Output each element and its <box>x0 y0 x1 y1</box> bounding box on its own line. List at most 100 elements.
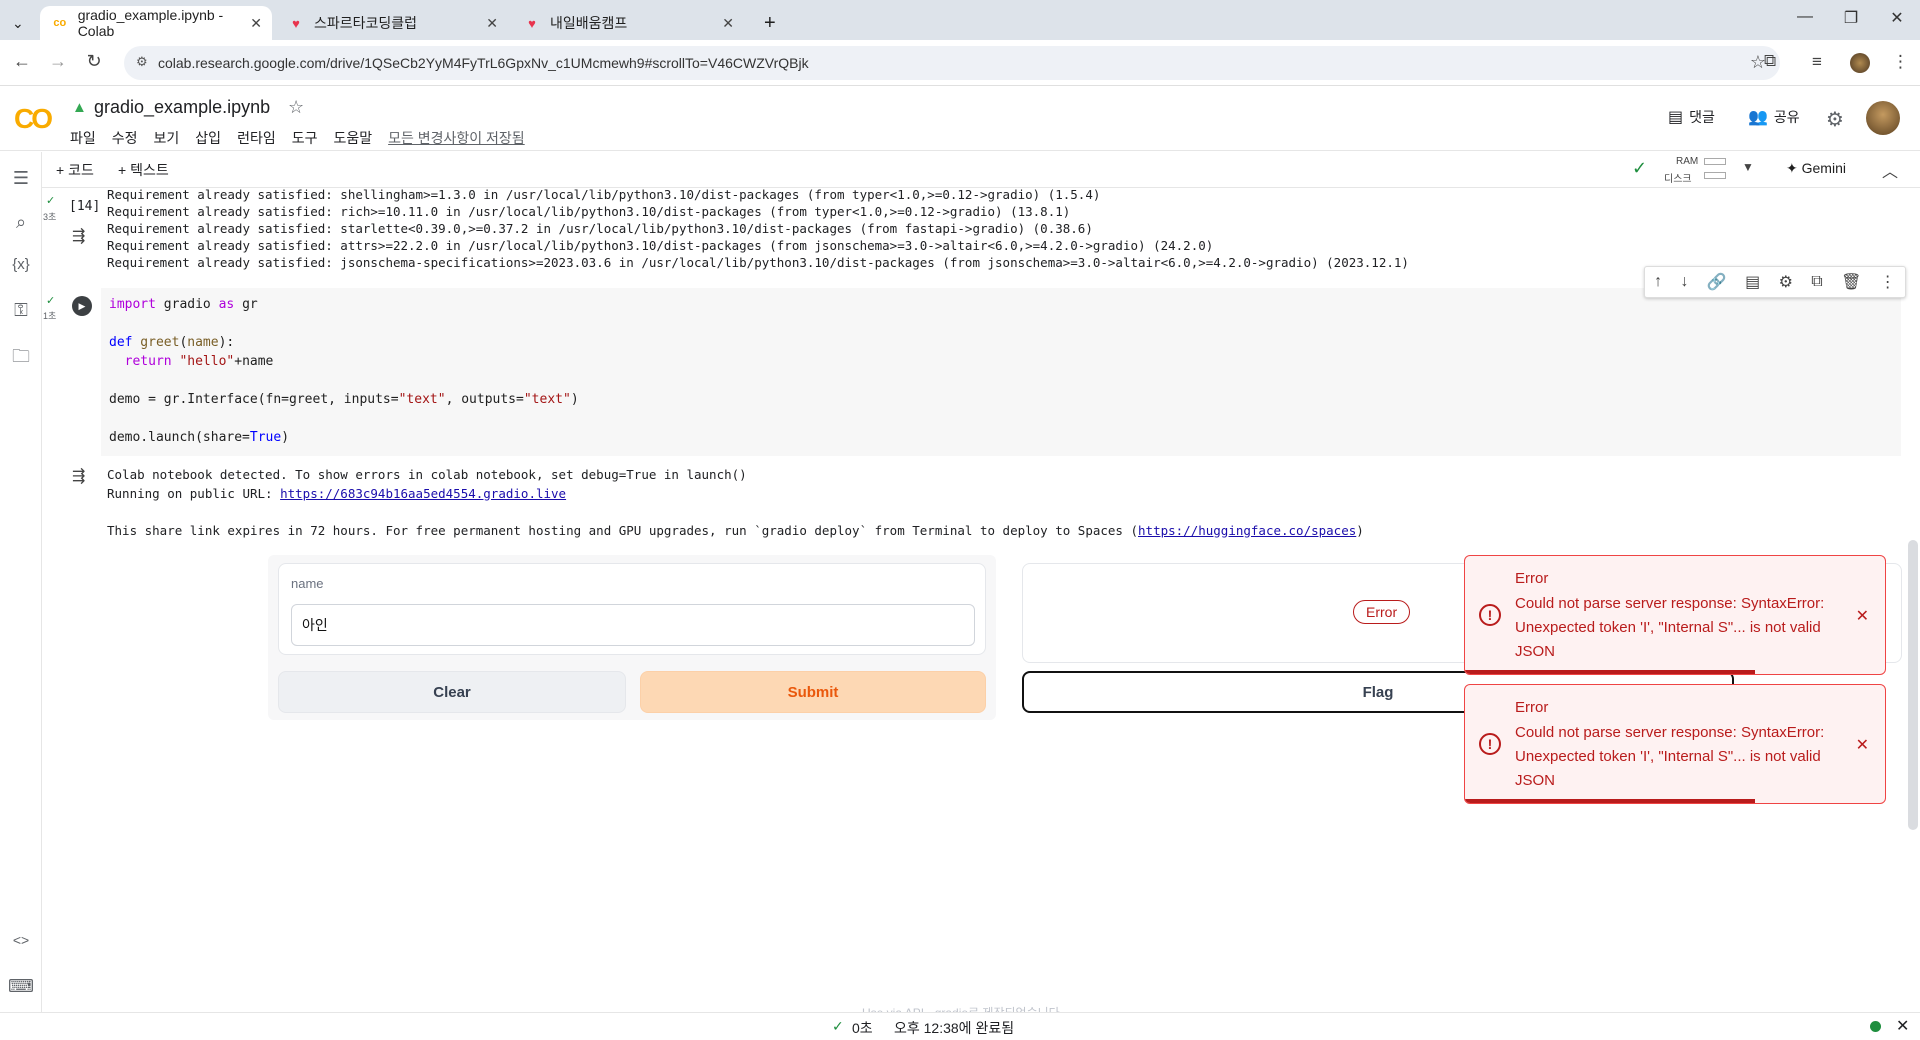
page-scrollbar[interactable] <box>1908 540 1918 830</box>
code-token: return <box>109 354 172 369</box>
toast-close-icon[interactable]: ✕ <box>1856 735 1869 755</box>
left-sidebar: ☰ ⌕ {x} ⚿ 🗀 <> ⌨ <box>0 152 42 1012</box>
close-tab-icon[interactable]: ✕ <box>722 15 734 32</box>
code-snippets-icon[interactable]: <> <box>8 932 34 948</box>
reload-icon[interactable]: ↻ <box>82 51 106 72</box>
share-label: 공유 <box>1773 109 1800 125</box>
restore-icon[interactable]: ❐ <box>1836 8 1866 28</box>
error-circle-icon: ! <box>1479 604 1501 626</box>
comment-icon: ▤ <box>1668 109 1684 126</box>
saved-status[interactable]: 모든 변경사항이 저장됨 <box>388 128 525 148</box>
comments-button[interactable]: ▤ 댓글 <box>1668 107 1715 127</box>
cell1-output: Requirement already satisfied: shellingh… <box>107 186 1887 274</box>
resource-meter[interactable]: RAM 디스크 <box>1664 154 1754 185</box>
comment-icon[interactable]: ▤ <box>1745 272 1760 292</box>
spaces-link[interactable]: https://huggingface.co/spaces <box>1138 523 1356 538</box>
table-of-contents-icon[interactable]: ☰ <box>8 168 34 189</box>
account-avatar[interactable] <box>1866 101 1900 135</box>
address-bar[interactable]: ⚙ colab.research.google.com/drive/1QSeCb… <box>124 46 1780 80</box>
share-button[interactable]: 👥 공유 <box>1748 107 1800 127</box>
runtime-dropdown-icon[interactable]: ▼ <box>1742 160 1754 174</box>
status-elapsed: 0초 <box>852 1020 873 1036</box>
drive-icon: ▲ <box>72 99 87 116</box>
code-token: gradio <box>155 297 219 312</box>
name-textbox[interactable]: 아인 <box>291 604 975 646</box>
submit-button[interactable]: Submit <box>640 671 986 713</box>
code-token: ): <box>218 335 235 350</box>
minimize-icon[interactable]: — <box>1790 8 1820 26</box>
move-down-icon[interactable]: ↓ <box>1681 273 1689 291</box>
toast-message: Could not parse server response: SyntaxE… <box>1515 724 1825 789</box>
connected-check-icon: ✓ <box>1632 158 1648 178</box>
add-code-button[interactable]: + 코드 <box>56 160 94 180</box>
public-url-link[interactable]: https://683c94b16aa5ed4554.gradio.live <box>280 486 566 501</box>
menu-file[interactable]: 파일 <box>70 128 96 148</box>
more-options-icon[interactable]: ⋮ <box>1880 272 1896 292</box>
menu-edit[interactable]: 수정 <box>112 128 138 148</box>
toast-close-icon[interactable]: ✕ <box>1856 606 1869 626</box>
link-icon[interactable]: 🔗 <box>1707 272 1727 292</box>
mirror-cell-icon[interactable]: ⧉ <box>1811 273 1822 291</box>
collapse-header-icon[interactable]: ︿ <box>1882 158 1898 182</box>
search-icon[interactable]: ⌕ <box>8 212 34 233</box>
browser-toolbar: ← → ↻ ⚙ colab.research.google.com/drive/… <box>0 40 1920 86</box>
command-palette-icon[interactable]: ⌨ <box>8 976 34 997</box>
notebook-title[interactable]: gradio_example.ipynb <box>94 97 270 118</box>
profile-avatar[interactable] <box>1850 53 1870 73</box>
browser-menu-icon[interactable]: ⋮ <box>1892 52 1909 72</box>
menu-tools[interactable]: 도구 <box>292 128 318 148</box>
extensions-icon[interactable]: ⧉ <box>1764 51 1776 71</box>
star-icon[interactable]: ☆ <box>288 97 304 118</box>
code-cell-editor[interactable]: import gradio as gr def greet(name): ret… <box>101 288 1901 456</box>
code-token: ) <box>570 392 579 407</box>
code-token: import <box>109 297 156 312</box>
code-token: "text" <box>398 392 446 407</box>
add-text-button[interactable]: + 텍스트 <box>118 160 169 180</box>
close-tab-icon[interactable]: ✕ <box>486 15 498 32</box>
forward-icon[interactable]: → <box>46 51 70 72</box>
name-label: name <box>291 576 324 591</box>
cell-settings-icon[interactable]: ⚙ <box>1779 272 1793 292</box>
colab-favicon-icon: co <box>53 17 67 29</box>
tab-camp[interactable]: ♥ 내일배움캠프 ✕ <box>512 6 744 40</box>
output-text: Running on public URL: <box>107 485 281 501</box>
cell2-time: 1초 <box>43 311 57 321</box>
menu-runtime[interactable]: 런타임 <box>237 128 276 148</box>
media-control-icon[interactable]: ≡ <box>1812 52 1822 72</box>
run-cell-button[interactable]: ▶ <box>72 296 92 316</box>
files-folder-icon[interactable]: 🗀 <box>8 344 34 374</box>
secrets-key-icon[interactable]: ⚿ <box>8 300 34 321</box>
variables-icon[interactable]: {x} <box>8 256 34 273</box>
close-window-icon[interactable]: ✕ <box>1882 8 1912 28</box>
cell1-time: 3초 <box>43 212 57 222</box>
menu-help[interactable]: 도움말 <box>333 128 372 148</box>
colab-logo[interactable]: CO <box>14 103 53 135</box>
menu-insert[interactable]: 삽입 <box>195 128 221 148</box>
output-menu-icon[interactable]: ⇶ <box>72 466 85 486</box>
settings-gear-icon[interactable]: ⚙ <box>1826 107 1844 132</box>
close-tab-icon[interactable]: ✕ <box>250 15 262 32</box>
toast-title: Error <box>1515 699 1549 716</box>
new-tab-button[interactable]: + <box>752 6 782 40</box>
tab-sparta[interactable]: ♥ 스파르타코딩클럽 ✕ <box>276 6 508 40</box>
tab-colab[interactable]: co gradio_example.ipynb - Colab ✕ <box>40 6 272 40</box>
status-bar: ✓ 0초 오후 12:38에 완료됨 ✕ <box>0 1012 1920 1040</box>
clear-button[interactable]: Clear <box>278 671 626 713</box>
cell-toolbar: ↑ ↓ 🔗 ▤ ⚙ ⧉ 🗑 ⋮ <box>1644 266 1906 298</box>
close-status-icon[interactable]: ✕ <box>1896 1016 1909 1036</box>
gemini-label: Gemini <box>1801 160 1846 176</box>
site-info-icon[interactable]: ⚙ <box>136 54 148 70</box>
output-menu-icon[interactable]: ⇶ <box>72 226 85 246</box>
move-up-icon[interactable]: ↑ <box>1654 273 1662 291</box>
back-icon[interactable]: ← <box>10 51 34 72</box>
gemini-button[interactable]: ✦ Gemini <box>1786 160 1846 177</box>
code-token: "hello" <box>171 354 235 369</box>
tab-list-button[interactable]: ⌄ <box>6 6 34 40</box>
menu-view[interactable]: 보기 <box>154 128 180 148</box>
gradio-footer[interactable]: Use via API · gradio로 제작되었습니다 <box>862 1004 1060 1012</box>
delete-icon[interactable]: 🗑 <box>1841 272 1861 292</box>
output-line: Requirement already satisfied: attrs>=22… <box>107 238 1214 253</box>
code-token: as <box>218 297 235 312</box>
toast-message: Could not parse server response: SyntaxE… <box>1515 595 1825 660</box>
heart-favicon-icon: ♥ <box>292 15 300 31</box>
